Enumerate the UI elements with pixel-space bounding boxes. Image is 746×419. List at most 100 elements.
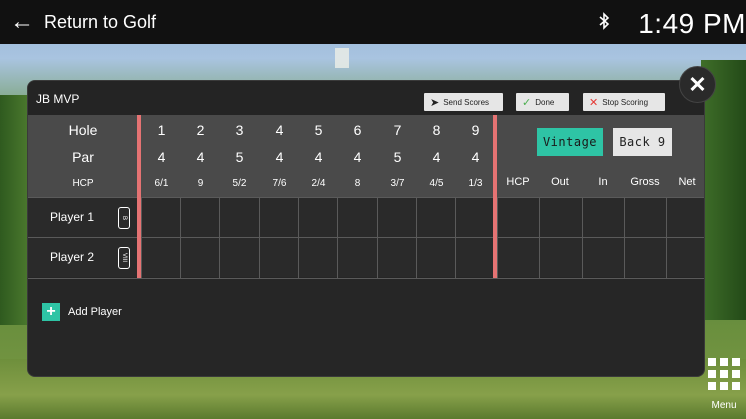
stop-scoring-button[interactable]: ✕ Stop Scoring [583, 93, 665, 111]
player-row: Player 2 VIII [28, 237, 704, 278]
clock: 1:49 PM [638, 8, 746, 39]
x-icon: ✕ [589, 96, 599, 109]
hole-number: 6 [353, 122, 362, 138]
hole-handicap: 1/3 [468, 178, 483, 189]
score-cell[interactable] [180, 198, 219, 238]
scorecard-modal: JB MVP ➤ Send Scores ✓ Done ✕ Stop Scori… [27, 80, 705, 377]
score-cell[interactable] [624, 238, 666, 278]
hole-handicap: 6/1 [154, 178, 169, 189]
par-value: 4 [432, 149, 441, 165]
front-divider [137, 115, 141, 278]
score-cell[interactable] [377, 198, 416, 238]
background-flag [335, 48, 349, 68]
score-cell[interactable] [455, 238, 497, 278]
score-cell[interactable] [416, 198, 455, 238]
return-to-golf-button[interactable]: ← Return to Golf [10, 8, 156, 36]
modal-header: JB MVP ➤ Send Scores ✓ Done ✕ Stop Scori… [28, 81, 704, 115]
send-icon: ➤ [430, 96, 440, 109]
summary-column-label: Out [551, 176, 569, 188]
player-name[interactable]: Player 1 [50, 210, 94, 224]
summary-divider [493, 115, 497, 278]
hcp-row-label: HCP [72, 178, 94, 189]
score-cell[interactable] [377, 238, 416, 278]
hole-handicap: 3/7 [390, 178, 405, 189]
hole-number: 3 [235, 122, 244, 138]
scorecard-header: Hole Par HCP Vintage Back 9 1 4 6/1 2 4 9 3 5 5/… [28, 115, 704, 197]
tee-badge[interactable]: B [118, 207, 130, 229]
return-to-golf-label: Return to Golf [44, 11, 157, 32]
done-button[interactable]: ✓ Done [516, 93, 569, 111]
score-cell[interactable] [497, 198, 539, 238]
hole-number: 2 [196, 122, 205, 138]
score-cell[interactable] [180, 238, 219, 278]
left-arrow-icon: ← [10, 8, 34, 35]
summary-column-label: HCP [506, 176, 530, 188]
top-bar: ← Return to Golf 1:49 PM [0, 0, 746, 44]
hole-handicap: 2/4 [311, 178, 326, 189]
table-bottom-border [28, 278, 704, 279]
tee-badge[interactable]: VIII [118, 247, 130, 269]
score-cell[interactable] [337, 198, 377, 238]
done-label: Done [535, 97, 555, 107]
add-player-label: Add Player [68, 306, 122, 318]
score-cell[interactable] [141, 238, 180, 278]
hole-row-label: Hole [68, 122, 98, 138]
score-cell[interactable] [337, 238, 377, 278]
score-cell[interactable] [455, 198, 497, 238]
summary-column-label: Net [678, 176, 696, 188]
stop-scoring-label: Stop Scoring [602, 97, 649, 107]
hole-number: 8 [432, 122, 441, 138]
score-cell[interactable] [497, 238, 539, 278]
par-value: 4 [314, 149, 323, 165]
par-value: 4 [196, 149, 205, 165]
hole-handicap: 7/6 [272, 178, 287, 189]
checkmark-icon: ✓ [522, 96, 532, 109]
summary-column-label: Gross [630, 176, 660, 188]
vintage-button[interactable]: Vintage [537, 128, 603, 156]
player-row: Player 1 B [28, 197, 704, 238]
score-cell[interactable] [416, 238, 455, 278]
par-value: 4 [471, 149, 480, 165]
add-player-button[interactable]: + Add Player [42, 303, 122, 321]
hole-number: 4 [275, 122, 284, 138]
score-cell[interactable] [582, 198, 624, 238]
menu-button[interactable]: Menu [705, 358, 743, 414]
par-value: 4 [353, 149, 362, 165]
menu-label: Menu [711, 400, 737, 411]
bluetooth-icon [598, 12, 610, 36]
score-cell[interactable] [539, 198, 582, 238]
par-value: 5 [235, 149, 244, 165]
score-cell[interactable] [141, 198, 180, 238]
grid-icon [708, 358, 740, 390]
score-cell[interactable] [539, 238, 582, 278]
player-name[interactable]: Player 2 [50, 250, 94, 264]
score-cell[interactable] [582, 238, 624, 278]
par-value: 5 [393, 149, 402, 165]
close-modal-button[interactable]: ✕ [679, 66, 716, 103]
par-value: 4 [275, 149, 284, 165]
par-value: 4 [157, 149, 166, 165]
score-cell[interactable] [219, 238, 259, 278]
score-cell[interactable] [666, 238, 704, 278]
score-cell[interactable] [259, 238, 298, 278]
score-cell[interactable] [298, 198, 337, 238]
hole-handicap: 9 [197, 178, 204, 189]
score-cell[interactable] [666, 198, 704, 238]
send-scores-button[interactable]: ➤ Send Scores [424, 93, 503, 111]
score-cell[interactable] [298, 238, 337, 278]
back-9-button[interactable]: Back 9 [613, 128, 672, 156]
hole-handicap: 8 [354, 178, 361, 189]
hole-number: 7 [393, 122, 402, 138]
send-scores-label: Send Scores [443, 97, 490, 107]
hole-number: 5 [314, 122, 323, 138]
close-icon: ✕ [688, 71, 707, 97]
score-cell[interactable] [219, 198, 259, 238]
hole-number: 9 [471, 122, 480, 138]
hole-handicap: 4/5 [429, 178, 444, 189]
plus-icon: + [42, 303, 60, 321]
score-cell[interactable] [259, 198, 298, 238]
score-cell[interactable] [624, 198, 666, 238]
hole-handicap: 5/2 [232, 178, 247, 189]
scorecard-title: JB MVP [36, 92, 80, 106]
background-trees-left [0, 95, 30, 325]
